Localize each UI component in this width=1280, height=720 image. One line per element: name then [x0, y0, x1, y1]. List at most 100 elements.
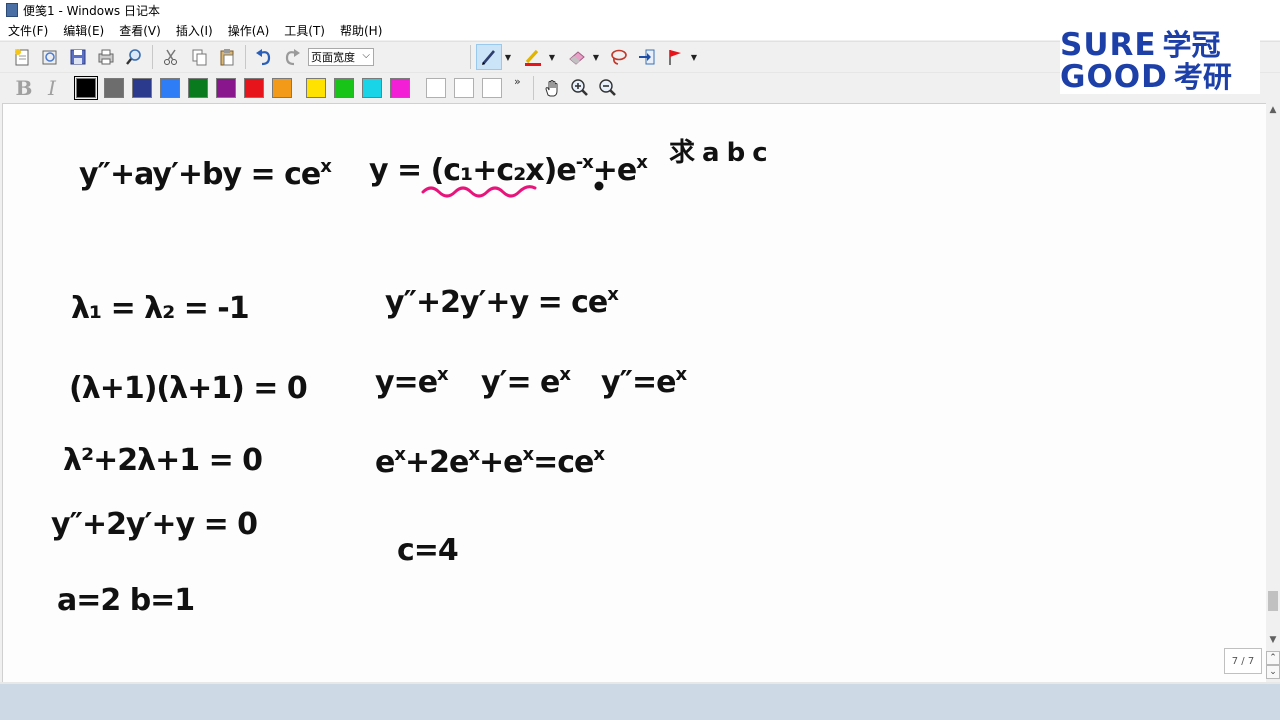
- eraser-button[interactable]: [564, 44, 590, 70]
- zoom-out-button[interactable]: [595, 75, 621, 101]
- italic-icon: I: [48, 76, 56, 100]
- color-swatch[interactable]: [334, 78, 354, 98]
- color-swatch[interactable]: [216, 78, 236, 98]
- redo-icon: [285, 49, 300, 66]
- color-swatch[interactable]: [188, 78, 208, 98]
- new-note-button[interactable]: [9, 44, 35, 70]
- cut-button[interactable]: [158, 44, 184, 70]
- save-button[interactable]: [65, 44, 91, 70]
- menu-file[interactable]: 文件(F): [0, 22, 55, 39]
- custom-color-slot[interactable]: [454, 78, 474, 98]
- note-equation-left-4: λ²+2λ+1 = 0: [63, 443, 263, 478]
- window-title: 便笺1 - Windows 日记本: [23, 3, 160, 18]
- highlighter-options-dropdown[interactable]: ▼: [547, 44, 557, 70]
- scrollbar-thumb[interactable]: [1268, 591, 1278, 611]
- custom-color-slot[interactable]: [426, 78, 446, 98]
- note-equation-right-2: y″+2y′+y = cex: [385, 284, 619, 320]
- note-equation-left-5: y″+2y′+y = 0: [51, 507, 258, 542]
- color-swatch[interactable]: [160, 78, 180, 98]
- find-button[interactable]: [121, 44, 147, 70]
- zoom-in-icon: [571, 79, 588, 96]
- status-bar: [0, 682, 1280, 684]
- lasso-icon: [611, 49, 627, 65]
- journal-app-icon: [6, 3, 18, 17]
- lasso-select-button[interactable]: [606, 44, 632, 70]
- highlighter-icon: [525, 49, 541, 66]
- new-note-icon: [15, 49, 29, 66]
- menu-edit[interactable]: 编辑(E): [55, 22, 111, 39]
- italic-button[interactable]: I: [39, 75, 65, 101]
- vertical-scrollbar[interactable]: ▲ ▼ ⌃ ⌄: [1266, 103, 1280, 681]
- menu-view[interactable]: 查看(V): [111, 22, 168, 39]
- color-swatch[interactable]: [362, 78, 382, 98]
- print-preview-button[interactable]: [93, 44, 119, 70]
- color-swatch[interactable]: [104, 78, 124, 98]
- toolbar-separator: [152, 45, 153, 69]
- menu-tools[interactable]: 工具(T): [276, 22, 332, 39]
- flag-options-dropdown[interactable]: ▼: [689, 44, 699, 70]
- title-bar: 便笺1 - Windows 日记本: [0, 0, 1280, 20]
- brand-logo: SURE 学冠 GOOD 考研: [1060, 22, 1260, 95]
- note-equation-left-6: a=2 b=1: [57, 583, 195, 618]
- note-question: 求 a b c: [669, 138, 768, 168]
- undo-icon: [256, 49, 271, 66]
- redo-button[interactable]: [279, 44, 305, 70]
- copy-icon: [192, 49, 207, 66]
- color-swatch[interactable]: [306, 78, 326, 98]
- color-swatch[interactable]: [390, 78, 410, 98]
- scroll-down-arrow-icon[interactable]: ▼: [1266, 633, 1280, 647]
- zoom-dropdown[interactable]: 页面宽度 ⌵: [308, 48, 374, 66]
- search-icon: [126, 49, 141, 65]
- pan-button[interactable]: [539, 75, 565, 101]
- zoom-in-button[interactable]: [567, 75, 593, 101]
- scroll-up-arrow-icon[interactable]: ▲: [1266, 103, 1280, 117]
- eraser-options-dropdown[interactable]: ▼: [591, 44, 601, 70]
- toolbar-overflow-chevron[interactable]: »: [514, 75, 521, 88]
- pen-options-dropdown[interactable]: ▼: [503, 44, 513, 70]
- page-indicator: 7 / 7: [1224, 648, 1262, 674]
- next-page-button[interactable]: ⌄: [1266, 665, 1280, 679]
- note-equation-left-1: y″+ay′+by = cex: [79, 156, 332, 192]
- eraser-icon: [569, 51, 585, 65]
- chevron-down-icon: ▼: [504, 52, 512, 62]
- note-equation-left-3: (λ+1)(λ+1) = 0: [69, 371, 308, 406]
- color-swatch[interactable]: [244, 78, 264, 98]
- bold-button[interactable]: B: [11, 75, 37, 101]
- note-equation-right-3c: y″=ex: [601, 364, 687, 400]
- toolbar-separator: [245, 45, 246, 69]
- pink-wavy-underline: [421, 185, 537, 198]
- toolbar-separator: [470, 45, 471, 69]
- open-button[interactable]: [37, 44, 63, 70]
- zoom-value: 页面宽度: [311, 51, 355, 64]
- pen-tool-button[interactable]: [476, 44, 502, 70]
- color-swatch[interactable]: [132, 78, 152, 98]
- insert-space-button[interactable]: [634, 44, 660, 70]
- chevron-down-icon: ▼: [592, 52, 600, 62]
- flag-button[interactable]: [662, 44, 688, 70]
- bold-icon: B: [15, 76, 33, 100]
- chevron-down-icon: ▼: [690, 52, 698, 62]
- color-palette: [72, 76, 414, 100]
- menu-insert[interactable]: 插入(I): [168, 22, 220, 39]
- copy-button[interactable]: [186, 44, 212, 70]
- undo-button[interactable]: [251, 44, 277, 70]
- note-answer: c=4: [397, 533, 459, 568]
- color-swatch[interactable]: [272, 78, 292, 98]
- insert-space-icon: [639, 49, 655, 65]
- menu-actions[interactable]: 操作(A): [220, 22, 277, 39]
- chevron-down-icon: ⌵: [362, 50, 370, 61]
- print-icon: [98, 49, 114, 65]
- menu-help[interactable]: 帮助(H): [332, 22, 389, 39]
- note-equation-right-4: ex+2ex+ex=cex: [375, 444, 605, 480]
- scissors-icon: [164, 49, 177, 65]
- color-swatch[interactable]: [74, 76, 98, 100]
- chevron-down-icon: ▼: [548, 52, 556, 62]
- hand-icon: [545, 80, 558, 97]
- custom-color-slot[interactable]: [482, 78, 502, 98]
- paste-button[interactable]: [214, 44, 240, 70]
- previous-page-button[interactable]: ⌃: [1266, 651, 1280, 665]
- toolbar-separator: [532, 76, 534, 100]
- note-canvas[interactable]: y″+ay′+by = cex λ₁ = λ₂ = -1 (λ+1)(λ+1) …: [2, 103, 1266, 682]
- logo-line-2: GOOD 考研: [1060, 59, 1232, 95]
- highlighter-button[interactable]: [520, 44, 546, 70]
